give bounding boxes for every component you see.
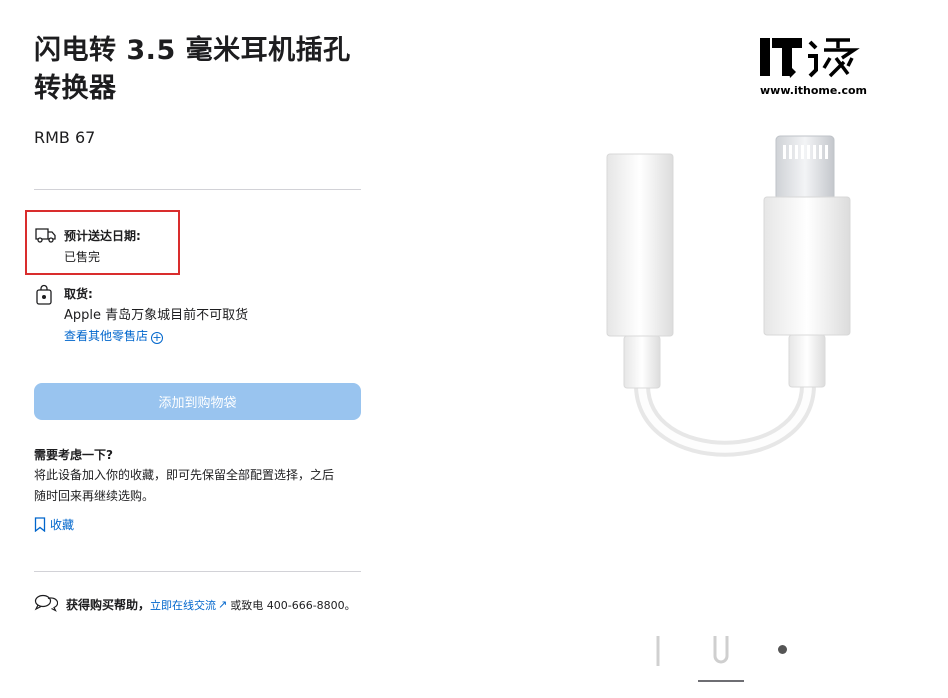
thumbnail-3[interactable] [778,645,787,654]
highlight-box [25,210,180,275]
chat-link[interactable]: 立即在线交流 [150,597,216,613]
add-to-bag-button[interactable]: 添加到购物袋 [34,383,361,420]
other-stores-label[interactable]: 查看其他零售店 [64,329,148,343]
pickup-store-text: Apple 青岛万象城目前不可取货 [64,308,249,323]
save-label[interactable]: 收藏 [50,516,74,533]
bag-icon [34,284,64,347]
thumbnail-1[interactable] [653,634,663,668]
consider-text: 将此设备加入你的收藏，即可先保留全部配置选择，之后 随时回来再继续选购。 [34,465,354,507]
pickup-label: 取货: [64,287,93,301]
product-image [606,135,851,457]
plus-circle-icon[interactable]: + [151,332,164,344]
bookmark-icon[interactable] [34,517,46,532]
other-stores-link[interactable]: 查看其他零售店 + [64,326,248,347]
consider-line1: 将此设备加入你的收藏，即可先保留全部配置选择，之后 [34,468,335,482]
save-link[interactable]: 收藏 [34,516,74,533]
thumbnail-2[interactable] [711,634,731,668]
divider-bottom [34,571,361,572]
help-row: 获得购买帮助， 立即在线交流 ↗ 或致电 400-666-8800。 [34,594,356,615]
phone-text: 或致电 400-666-8800。 [230,598,356,612]
product-title-line2: 转换器 [34,73,117,104]
thumbnail-selected-indicator [698,680,744,682]
external-arrow-icon[interactable]: ↗ [218,598,227,611]
divider-top [34,189,361,190]
product-title: 闪电转 3.5 毫米耳机插孔 转换器 [34,32,374,108]
watermark-url: www.ithome.com [760,84,868,97]
thumbnail-strip [645,630,805,685]
product-title-line1: 闪电转 3.5 毫米耳机插孔 [34,35,351,66]
chat-bubbles-icon [34,594,59,615]
consider-title: 需要考虑一下? [34,448,113,462]
consider-line2: 随时回来再继续选购。 [34,489,155,503]
pickup-section: 取货: Apple 青岛万象城目前不可取货 查看其他零售店 + [34,284,248,347]
help-prefix: 获得购买帮助， [66,598,151,612]
ithome-logo [760,38,860,78]
ithome-watermark: www.ithome.com [760,36,868,97]
product-price: RMB 67 [34,128,96,147]
